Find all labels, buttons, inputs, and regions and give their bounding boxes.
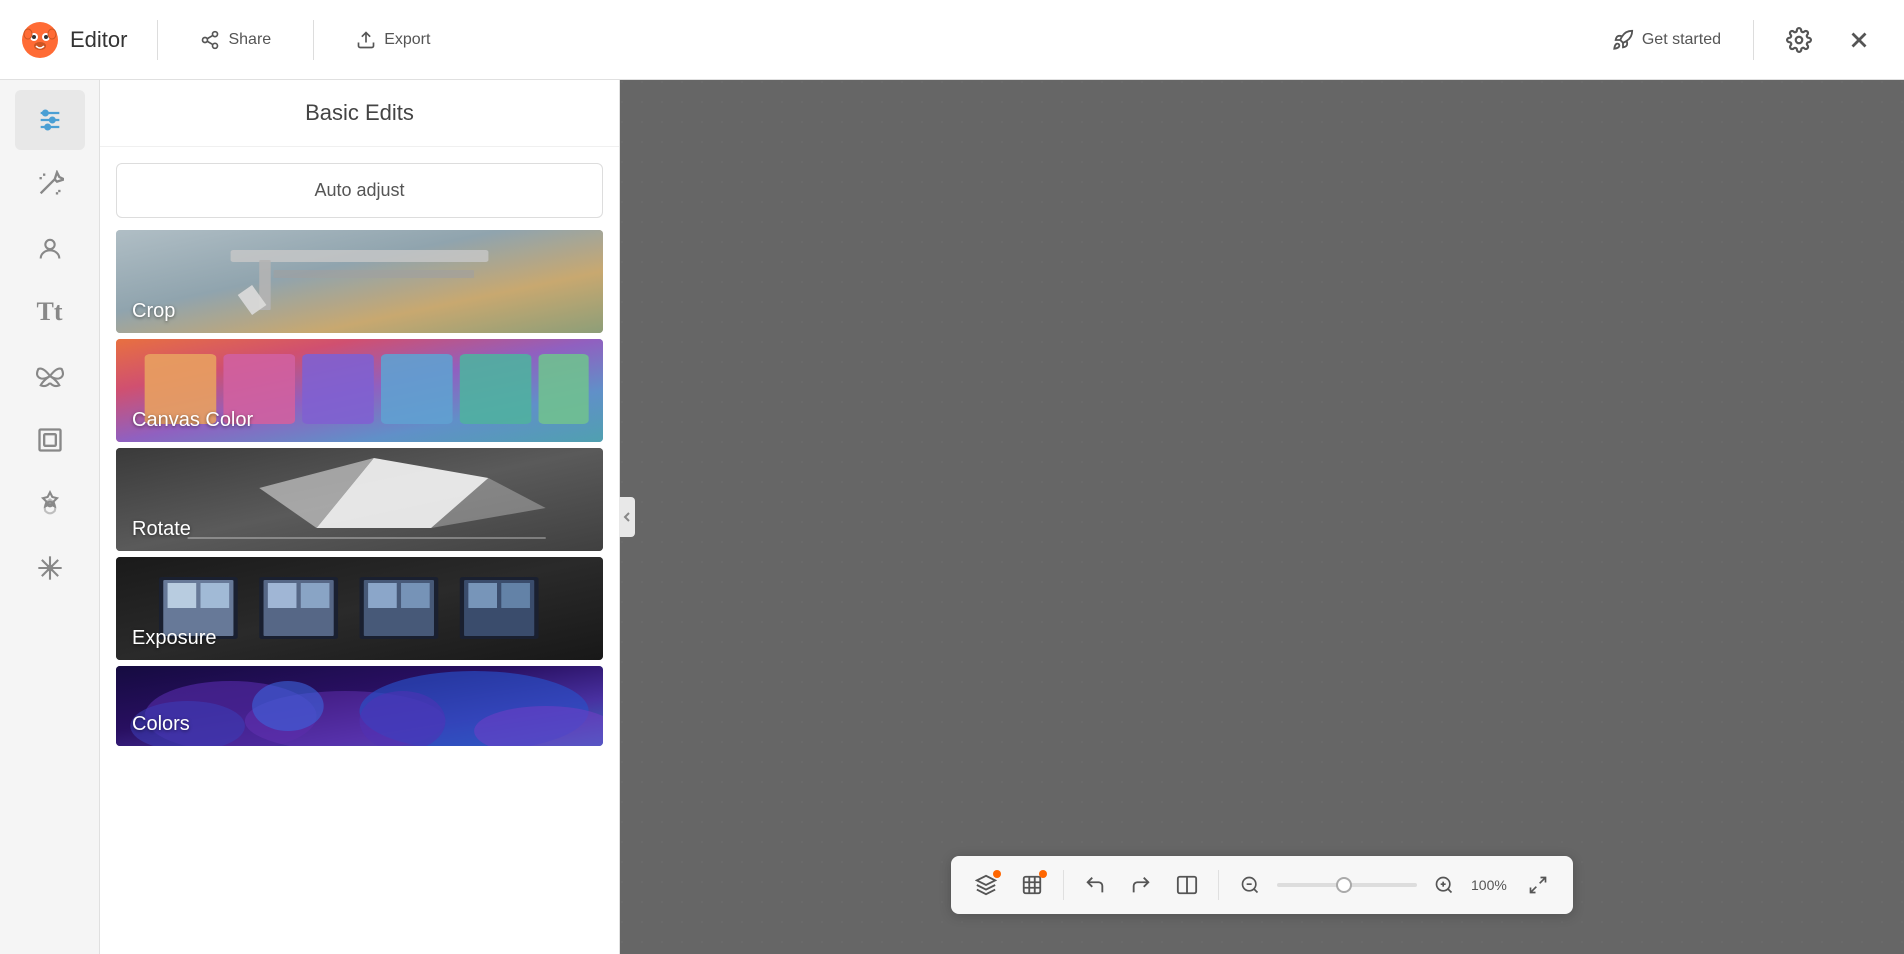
colors-label: Colors xyxy=(116,703,206,746)
crop-tool-card[interactable]: Crop xyxy=(116,230,603,333)
sidebar-item-frames[interactable] xyxy=(15,410,85,470)
chevron-left-icon xyxy=(623,511,631,523)
canvas-area: 100% xyxy=(620,80,1904,954)
redo-icon xyxy=(1130,874,1152,896)
undo-icon xyxy=(1084,874,1106,896)
toolbar-divider-1 xyxy=(1063,870,1064,900)
layers-icon xyxy=(975,874,997,896)
undo-button[interactable] xyxy=(1076,866,1114,904)
header-divider-3 xyxy=(1753,20,1754,60)
magic-wand-icon xyxy=(36,170,64,198)
close-button[interactable] xyxy=(1834,21,1884,59)
edit-panel: Basic Edits Auto adjust xyxy=(100,80,620,954)
resize-badge xyxy=(1039,870,1047,878)
sidebar-item-effects[interactable] xyxy=(15,346,85,406)
header-divider-2 xyxy=(313,20,314,60)
export-label: Export xyxy=(384,31,430,49)
close-icon xyxy=(1846,27,1872,53)
fullscreen-button[interactable] xyxy=(1519,866,1557,904)
crop-label: Crop xyxy=(116,290,191,333)
app-title: Editor xyxy=(70,27,127,53)
frames-icon xyxy=(36,426,64,454)
zoom-in-button[interactable] xyxy=(1425,866,1463,904)
rocket-icon xyxy=(1612,29,1634,51)
bottom-toolbar: 100% xyxy=(951,856,1573,914)
layers-button[interactable] xyxy=(967,866,1005,904)
rotate-label: Rotate xyxy=(116,508,207,551)
monkey-logo-icon xyxy=(20,20,60,60)
compare-icon xyxy=(1176,874,1198,896)
logo-area: Editor xyxy=(20,20,127,60)
export-icon xyxy=(356,30,376,50)
header-divider-1 xyxy=(157,20,158,60)
sidebar-item-seasonal[interactable] xyxy=(15,538,85,598)
header-left: Editor Share Export xyxy=(20,20,442,60)
zoom-out-icon xyxy=(1240,875,1260,895)
toolbar-divider-2 xyxy=(1218,870,1219,900)
resize-icon xyxy=(1021,874,1043,896)
panel-collapse-button[interactable] xyxy=(619,497,635,537)
adjustments-icon xyxy=(36,106,64,134)
sidebar-item-text[interactable]: Tt xyxy=(15,282,85,342)
panel-title: Basic Edits xyxy=(100,80,619,147)
exposure-tool-card[interactable]: Exposure xyxy=(116,557,603,660)
export-button[interactable]: Export xyxy=(344,24,442,56)
zoom-slider[interactable] xyxy=(1277,883,1417,887)
zoom-out-button[interactable] xyxy=(1231,866,1269,904)
sidebar-item-magic[interactable] xyxy=(15,154,85,214)
header-right: Get started xyxy=(1600,20,1884,60)
fullscreen-icon xyxy=(1528,875,1548,895)
app-header: Editor Share Export xyxy=(0,0,1904,80)
rotate-tool-card[interactable]: Rotate xyxy=(116,448,603,551)
settings-button[interactable] xyxy=(1774,21,1824,59)
text-icon: Tt xyxy=(37,297,63,327)
resize-button[interactable] xyxy=(1013,866,1051,904)
get-started-label: Get started xyxy=(1642,31,1721,49)
redo-button[interactable] xyxy=(1122,866,1160,904)
sidebar-item-portrait[interactable] xyxy=(15,218,85,278)
auto-adjust-button[interactable]: Auto adjust xyxy=(116,163,603,218)
colors-tool-card[interactable]: Colors xyxy=(116,666,603,746)
exposure-label: Exposure xyxy=(116,617,233,660)
panel-title-text: Basic Edits xyxy=(305,100,414,125)
sidebar-item-patterns[interactable] xyxy=(15,474,85,534)
zoom-in-icon xyxy=(1434,875,1454,895)
canvas-color-label: Canvas Color xyxy=(116,399,269,442)
portrait-icon xyxy=(36,234,64,262)
butterfly-icon xyxy=(36,362,64,390)
snowflake-icon xyxy=(36,554,64,582)
tool-sidebar: Tt xyxy=(0,80,100,954)
zoom-value: 100% xyxy=(1471,877,1511,893)
gear-icon xyxy=(1786,27,1812,53)
main-content: Tt xyxy=(0,80,1904,954)
get-started-button[interactable]: Get started xyxy=(1600,23,1733,57)
canvas-color-tool-card[interactable]: Canvas Color xyxy=(116,339,603,442)
patterns-icon xyxy=(36,490,64,518)
sidebar-item-adjustments[interactable] xyxy=(15,90,85,150)
compare-button[interactable] xyxy=(1168,866,1206,904)
panel-tools-list: Auto adjust xyxy=(100,147,619,954)
share-button[interactable]: Share xyxy=(188,24,283,56)
layers-badge xyxy=(993,870,1001,878)
share-icon xyxy=(200,30,220,50)
share-label: Share xyxy=(228,31,271,49)
